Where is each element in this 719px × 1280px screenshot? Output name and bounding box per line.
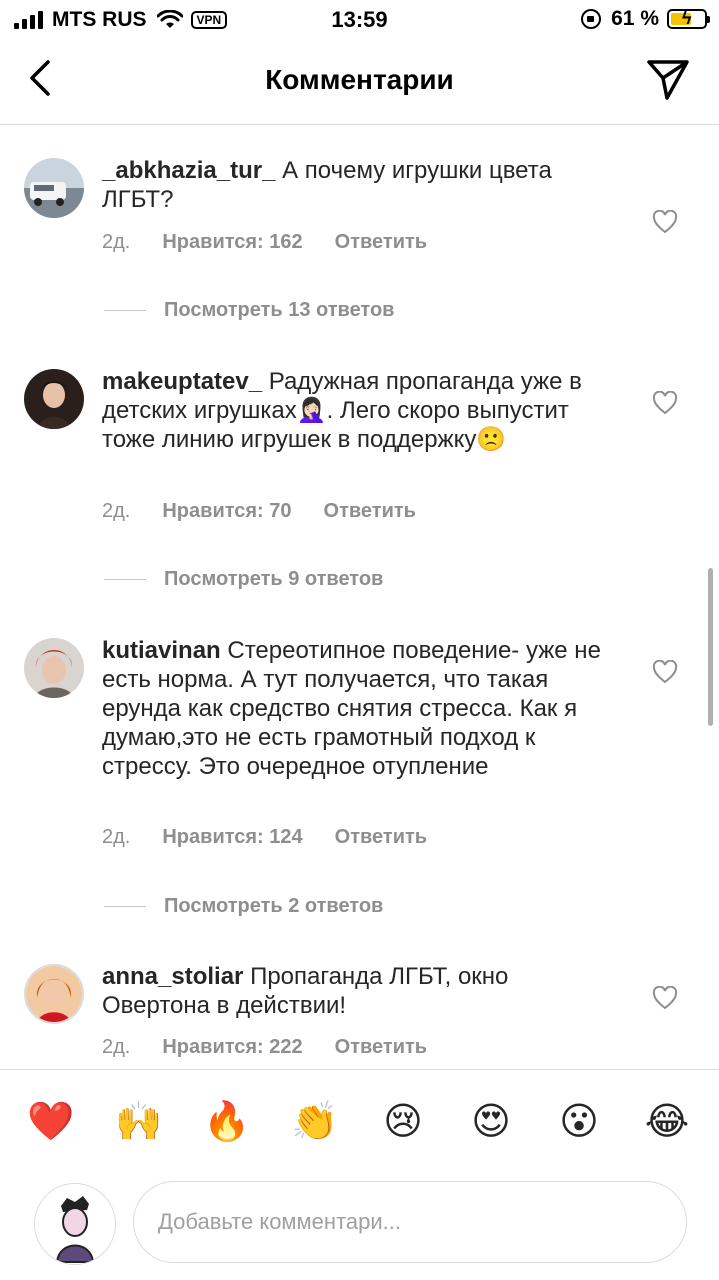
heart-outline-icon[interactable] bbox=[652, 660, 678, 684]
comment-text: _abkhazia_tur_ А почему игрушки цвета ЛГ… bbox=[102, 156, 622, 214]
view-replies-button[interactable]: Посмотреть 2 ответов bbox=[104, 895, 383, 918]
avatar[interactable] bbox=[24, 964, 84, 1024]
comment-meta: 2д. Нравится: 162 Ответить bbox=[102, 231, 427, 254]
battery-icon: ϟ bbox=[667, 8, 710, 29]
comment-meta: 2д. Нравится: 70 Ответить bbox=[102, 500, 416, 523]
page-title: Комментарии bbox=[265, 64, 454, 95]
orientation-lock-icon bbox=[581, 9, 602, 29]
avatar[interactable] bbox=[24, 369, 84, 429]
replies-divider-line bbox=[104, 579, 146, 580]
avatar[interactable] bbox=[24, 158, 84, 218]
comment-username[interactable]: _abkhazia_tur_ bbox=[102, 157, 275, 184]
header: Комментарии bbox=[0, 40, 719, 125]
like-count[interactable]: Нравится: 222 bbox=[162, 1036, 302, 1059]
clapping-emoji-button[interactable]: 👏 bbox=[291, 1098, 339, 1146]
status-right: 61 % ϟ bbox=[581, 7, 710, 31]
view-replies-button[interactable]: Посмотреть 9 ответов bbox=[104, 568, 383, 591]
comment-time: 2д. bbox=[102, 231, 131, 253]
heart-outline-icon[interactable] bbox=[652, 210, 678, 234]
comment-text: makeuptatev_ Радужная пропаганда уже в д… bbox=[102, 367, 622, 454]
comment-text: anna_stoliar Пропаганда ЛГБТ, окно Оверт… bbox=[102, 962, 622, 1020]
like-count[interactable]: Нравится: 124 bbox=[162, 826, 302, 849]
raising-hands-emoji-button[interactable]: 🙌 bbox=[115, 1098, 163, 1146]
reply-button[interactable]: Ответить bbox=[335, 826, 427, 849]
like-count[interactable]: Нравится: 162 bbox=[162, 231, 302, 254]
avatar[interactable] bbox=[24, 638, 84, 698]
comment-input[interactable] bbox=[133, 1181, 687, 1263]
comment-meta: 2д. Нравится: 124 Ответить bbox=[102, 826, 427, 849]
my-avatar[interactable] bbox=[34, 1183, 116, 1265]
view-replies-label: Посмотреть 13 ответов bbox=[164, 299, 395, 321]
comments-list[interactable]: _abkhazia_tur_ А почему игрушки цвета ЛГ… bbox=[0, 125, 719, 1069]
reply-button[interactable]: Ответить bbox=[335, 1036, 427, 1059]
replies-divider-line bbox=[104, 906, 146, 907]
view-replies-button[interactable]: Посмотреть 13 ответов bbox=[104, 299, 394, 322]
fire-emoji-button[interactable]: 🔥 bbox=[203, 1098, 251, 1146]
comment-text: kutiavinan Стереотипное поведение- уже н… bbox=[102, 636, 622, 781]
emoji-reaction-bar: ❤️ 🙌 🔥 👏 😢 😍 😮 😂 bbox=[0, 1069, 719, 1174]
reply-button[interactable]: Ответить bbox=[335, 231, 427, 254]
like-count[interactable]: Нравится: 70 bbox=[162, 500, 291, 523]
view-replies-label: Посмотреть 2 ответов bbox=[164, 895, 384, 917]
comment-time: 2д. bbox=[102, 1036, 131, 1058]
heart-outline-icon[interactable] bbox=[652, 986, 678, 1010]
heart-eyes-emoji-button[interactable]: 😍 bbox=[467, 1098, 515, 1146]
comment-username[interactable]: makeuptatev_ bbox=[102, 368, 262, 395]
replies-divider-line bbox=[104, 310, 146, 311]
reply-button[interactable]: Ответить bbox=[324, 500, 416, 523]
view-replies-label: Посмотреть 9 ответов bbox=[164, 568, 384, 590]
comment-time: 2д. bbox=[102, 826, 131, 848]
charging-bolt-icon: ϟ bbox=[682, 8, 692, 28]
comment-username[interactable]: anna_stoliar bbox=[102, 963, 243, 990]
heart-emoji-button[interactable]: ❤️ bbox=[27, 1098, 75, 1146]
comment-time: 2д. bbox=[102, 500, 131, 522]
paper-plane-icon[interactable] bbox=[645, 56, 691, 102]
comment-meta: 2д. Нравится: 222 Ответить bbox=[102, 1036, 427, 1059]
heart-outline-icon[interactable] bbox=[652, 391, 678, 415]
laughing-emoji-button[interactable]: 😂 bbox=[643, 1098, 691, 1146]
crying-emoji-button[interactable]: 😢 bbox=[379, 1098, 427, 1146]
surprised-emoji-button[interactable]: 😮 bbox=[555, 1098, 603, 1146]
status-bar: MTS RUS VPN 13:59 61 % ϟ bbox=[0, 0, 719, 40]
scrollbar-thumb[interactable] bbox=[708, 568, 713, 726]
battery-percent: 61 % bbox=[611, 7, 659, 30]
comment-username[interactable]: kutiavinan bbox=[102, 637, 221, 664]
